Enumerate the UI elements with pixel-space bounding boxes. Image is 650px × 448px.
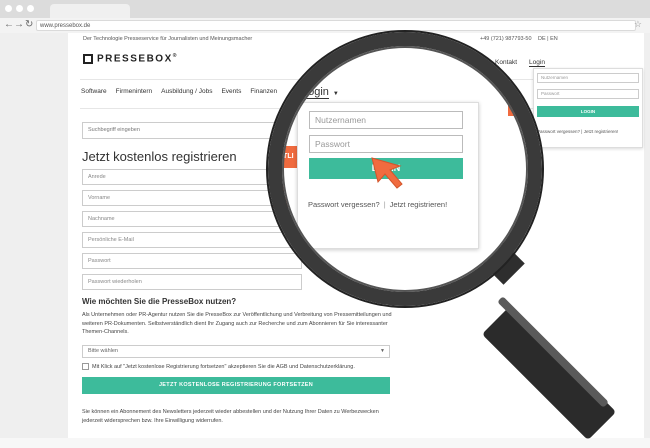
minimize-window-icon[interactable] (16, 5, 23, 12)
mini-separator: | (581, 129, 583, 134)
terms-checkbox-row: Mit Klick auf "Jetzt kostenlose Registri… (82, 363, 355, 370)
usage-description: Als Unternehmen oder PR-Agentur nutzen S… (82, 312, 392, 335)
mini-register-link[interactable]: Jetzt registrieren! (584, 129, 619, 134)
window-controls (5, 5, 34, 13)
login-dropdown: Nutzernamen Passwort LOGIN Passwort verg… (533, 68, 643, 148)
registration-title: Jetzt kostenlos registrieren (82, 149, 237, 164)
menu-item-firmenintern[interactable]: Firmenintern (116, 88, 152, 95)
chevron-down-icon: ▼ (380, 348, 385, 354)
page-margin-right (644, 33, 650, 438)
nav-link-kontakt[interactable]: Kontakt (495, 59, 517, 67)
terms-label: Mit Klick auf "Jetzt kostenlose Registri… (92, 363, 355, 370)
browser-tab[interactable] (50, 4, 130, 18)
terms-checkbox[interactable] (82, 363, 89, 370)
logo-square-icon (83, 53, 93, 64)
password-repeat-field[interactable]: Passwort wiederholen (82, 274, 302, 290)
mini-forgot-password-link[interactable]: Passwort vergessen? (537, 129, 580, 134)
newsletter-note: Sie können ein Abonnement des Newsletter… (82, 409, 379, 424)
email-field[interactable]: Persönliche E-Mail (82, 232, 302, 248)
screenshot-frame: ← → ↻ www.pressebox.de ☆ Der Technologie… (0, 0, 650, 448)
reload-icon[interactable]: ↻ (25, 19, 33, 30)
phone-number[interactable]: +49 (721) 987793-50 (480, 36, 532, 42)
mini-login-links: Passwort vergessen? | Jetzt registrieren… (537, 129, 618, 134)
usage-heading: Wie möchten Sie die PresseBox nutzen? (82, 297, 237, 306)
page-margin-left (0, 33, 68, 438)
maximize-window-icon[interactable] (27, 5, 34, 12)
registered-mark: ® (172, 53, 178, 59)
last-name-field[interactable]: Nachname (82, 211, 302, 227)
mini-login-button[interactable]: LOGIN (537, 106, 639, 117)
back-arrow-icon[interactable]: ← (4, 19, 14, 30)
browser-toolbar: ← → ↻ www.pressebox.de ☆ (0, 18, 650, 34)
menu-item-finanzen[interactable]: Finanzen (250, 88, 277, 95)
site-tagline: Der Technologie Presseservice für Journa… (83, 36, 253, 42)
menu-item-software[interactable]: Software (81, 88, 107, 95)
logo-wordmark: PRESSEBOX (97, 53, 173, 65)
main-menu: Software Firmenintern Ausbildung / Jobs … (81, 88, 277, 95)
bottom-strip (0, 438, 650, 448)
magnifier-ring (268, 32, 542, 306)
menu-item-events[interactable]: Events (221, 88, 241, 95)
browser-chrome: ← → ↻ www.pressebox.de ☆ (0, 0, 650, 34)
usage-select[interactable]: Bitte wählen ▼ (82, 345, 390, 358)
mini-username-input[interactable]: Nutzernamen (537, 73, 639, 83)
mini-password-input[interactable]: Passwort (537, 89, 639, 99)
first-name-field[interactable]: Vorname (82, 190, 302, 206)
continue-registration-button[interactable]: JETZT KOSTENLOSE REGISTRIERUNG FORTSETZE… (82, 377, 390, 394)
nav-link-login[interactable]: Login (529, 59, 545, 67)
password-field[interactable]: Passwort (82, 253, 302, 269)
site-logo[interactable]: PRESSEBOX® (83, 53, 178, 64)
close-window-icon[interactable] (5, 5, 12, 12)
menu-item-ausbildung[interactable]: Ausbildung / Jobs (161, 88, 212, 95)
address-bar[interactable]: www.pressebox.de (36, 20, 636, 31)
bookmark-star-icon[interactable]: ☆ (634, 19, 642, 30)
forward-arrow-icon[interactable]: → (14, 19, 24, 30)
usage-select-value: Bitte wählen (88, 348, 118, 354)
language-switch[interactable]: DE | EN (538, 36, 558, 42)
